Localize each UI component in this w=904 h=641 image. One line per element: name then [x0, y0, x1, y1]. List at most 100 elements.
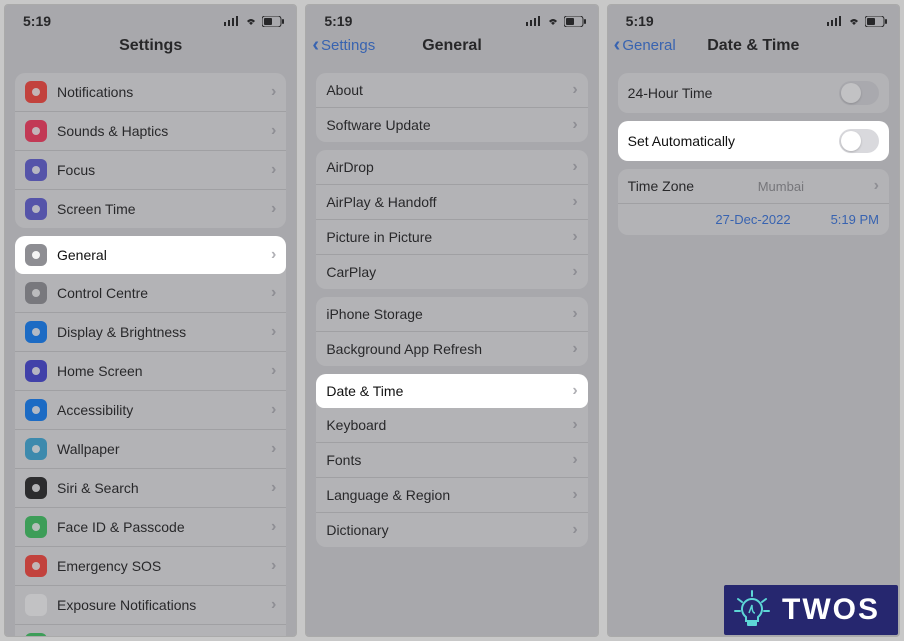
chevron-right-icon: › [271, 200, 276, 218]
date-value: 27-Dec-2022 [715, 212, 790, 227]
list-row-keyboard[interactable]: Keyboard › [316, 408, 587, 443]
siri-icon [25, 477, 47, 499]
general-group-4: Date & Time› Keyboard › Fonts › Language & Re… [316, 374, 587, 547]
row-label: Battery [57, 636, 101, 637]
settings-row-control-centre[interactable]: Control Centre› [15, 274, 286, 313]
bell-icon [25, 81, 47, 103]
back-label: General [622, 37, 675, 54]
chevron-right-icon: › [271, 401, 276, 419]
settings-row-face-id-passcode[interactable]: Face ID & Passcode › [15, 508, 286, 547]
settings-row-battery[interactable]: Battery › [15, 625, 286, 637]
general-group-3: iPhone Storage›Background App Refresh› [316, 297, 587, 366]
list-row-airdrop[interactable]: AirDrop› [316, 150, 587, 185]
settings-row-notifications[interactable]: Notifications› [15, 73, 286, 112]
status-icons [224, 16, 284, 27]
list-row-date-time[interactable]: Date & Time› [316, 374, 587, 408]
wifi-icon [244, 16, 258, 26]
list-row-iphone-storage[interactable]: iPhone Storage› [316, 297, 587, 332]
status-time: 5:19 [626, 13, 654, 29]
chevron-right-icon: › [271, 479, 276, 497]
faceid-icon [25, 516, 47, 538]
row-label: Time Zone [628, 178, 694, 194]
row-label: About [326, 82, 363, 98]
chevron-right-icon: › [271, 518, 276, 536]
chevron-right-icon: › [572, 382, 577, 400]
status-bar: 5:19 [5, 5, 296, 31]
settings-row-accessibility[interactable]: Accessibility› [15, 391, 286, 430]
chevron-right-icon: › [572, 158, 577, 176]
settings-row-exposure-notifications[interactable]: Exposure Notifications› [15, 586, 286, 625]
settings-row-screen-time[interactable]: Screen Time › [15, 190, 286, 228]
row-label: Home Screen [57, 363, 143, 379]
list-row-background-app-refresh[interactable]: Background App Refresh› [316, 332, 587, 366]
chevron-right-icon: › [271, 440, 276, 458]
chevron-right-icon: › [271, 122, 276, 140]
row-label: Keyboard [326, 417, 386, 433]
back-button[interactable]: ‹ Settings [312, 35, 375, 55]
nav-header: ‹ General Date & Time [608, 31, 899, 65]
screenshot-date-time: 5:19 ‹ General Date & Time 24-Hour Time … [607, 4, 900, 637]
row-label: Dictionary [326, 522, 388, 538]
chevron-right-icon: › [572, 228, 577, 246]
exposure-icon [25, 594, 47, 616]
status-time: 5:19 [324, 13, 352, 29]
settings-row-general[interactable]: General› [15, 236, 286, 274]
toggle-24-hour[interactable] [839, 81, 879, 105]
list-row-fonts[interactable]: Fonts › [316, 443, 587, 478]
general-group-1: About›Software Update› [316, 73, 587, 142]
row-date-time-values[interactable]: 27-Dec-2022 5:19 PM [618, 204, 889, 235]
settings-row-home-screen[interactable]: Home Screen› [15, 352, 286, 391]
settings-row-emergency-sos[interactable]: Emergency SOS› [15, 547, 286, 586]
row-label: Set Automatically [628, 133, 735, 149]
row-set-automatically[interactable]: Set Automatically [618, 121, 889, 161]
page-title: Date & Time [707, 37, 799, 54]
chevron-right-icon: › [572, 81, 577, 99]
battery-icon [564, 16, 586, 27]
wifi-icon [847, 16, 861, 26]
toggle-set-automatically[interactable] [839, 129, 879, 153]
settings-row-display-brightness[interactable]: Display & Brightness› [15, 313, 286, 352]
list-row-airplay-handoff[interactable]: AirPlay & Handoff› [316, 185, 587, 220]
chevron-right-icon: › [271, 635, 276, 637]
chevron-right-icon: › [572, 116, 577, 134]
row-label: Fonts [326, 452, 361, 468]
chevron-left-icon: ‹ [614, 35, 621, 55]
row-label: Face ID & Passcode [57, 519, 185, 535]
chevron-right-icon: › [572, 521, 577, 539]
settings-row-wallpaper[interactable]: Wallpaper› [15, 430, 286, 469]
status-time: 5:19 [23, 13, 51, 29]
page-title: General [422, 37, 482, 54]
list-row-picture-in-picture[interactable]: Picture in Picture › [316, 220, 587, 255]
chevron-right-icon: › [271, 161, 276, 179]
chevron-right-icon: › [572, 416, 577, 434]
settings-row-siri-search[interactable]: Siri & Search› [15, 469, 286, 508]
row-label: Control Centre [57, 285, 148, 301]
row-24-hour-time[interactable]: 24-Hour Time [618, 73, 889, 113]
chevron-right-icon: › [572, 451, 577, 469]
nav-header: ‹ Settings General [306, 31, 597, 65]
signal-icon [827, 16, 843, 26]
back-label: Settings [321, 37, 375, 54]
grid-icon [25, 360, 47, 382]
hourglass-icon [25, 198, 47, 220]
list-row-dictionary[interactable]: Dictionary › [316, 513, 587, 547]
settings-row-focus[interactable]: Focus› [15, 151, 286, 190]
list-row-software-update[interactable]: Software Update› [316, 108, 587, 142]
screenshot-settings: 5:19 Settings Notifications›Sounds & Hap… [4, 4, 297, 637]
settings-group-2: General›Control Centre›Display & Brightn… [15, 236, 286, 637]
list-row-carplay[interactable]: CarPlay› [316, 255, 587, 289]
row-label: Display & Brightness [57, 324, 186, 340]
list-row-language-region[interactable]: Language & Region› [316, 478, 587, 513]
settings-row-sounds-haptics[interactable]: Sounds & Haptics› [15, 112, 286, 151]
row-label: Screen Time [57, 201, 136, 217]
lightbulb-icon [732, 589, 772, 629]
battery-icon [25, 633, 47, 637]
row-label: iPhone Storage [326, 306, 423, 322]
back-button[interactable]: ‹ General [614, 35, 676, 55]
list-row-about[interactable]: About › [316, 73, 587, 108]
general-group-2: AirDrop›AirPlay & Handoff›Picture in Pic… [316, 150, 587, 289]
signal-icon [526, 16, 542, 26]
row-time-zone[interactable]: Time Zone Mumbai › [618, 169, 889, 204]
switches-icon [25, 282, 47, 304]
row-label: Picture in Picture [326, 229, 432, 245]
